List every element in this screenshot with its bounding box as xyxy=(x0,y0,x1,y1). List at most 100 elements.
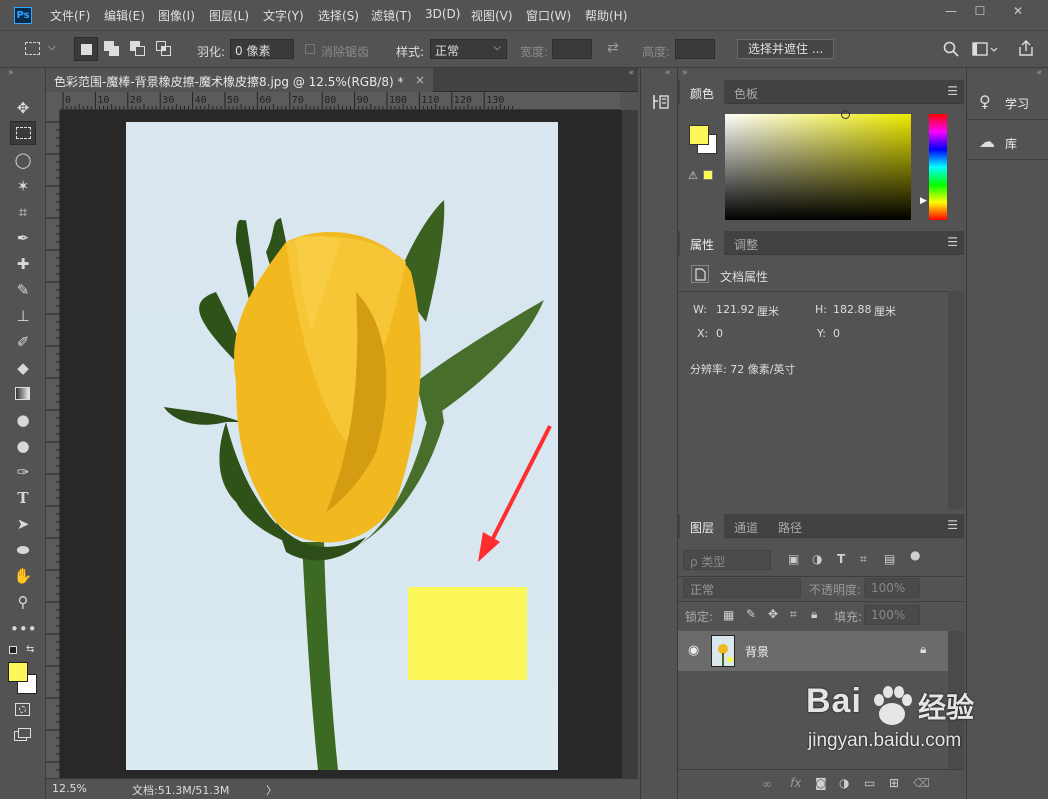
ellipse-tool-icon[interactable]: ⬬ xyxy=(10,538,36,562)
panel-menu-icon[interactable]: ☰ xyxy=(947,518,958,532)
width-input[interactable] xyxy=(552,39,592,59)
tab-adjustments[interactable]: 调整 xyxy=(724,231,768,255)
panel-menu-icon[interactable]: ☰ xyxy=(947,235,958,249)
hue-slider-handle-icon[interactable]: ▶ xyxy=(920,196,927,206)
zoom-level[interactable]: 12.5% xyxy=(52,782,87,795)
tab-color[interactable]: 颜色 xyxy=(680,80,725,104)
vertical-scrollbar[interactable] xyxy=(622,110,638,778)
add-selection-button[interactable] xyxy=(104,41,120,57)
maximize-button[interactable]: ☐ xyxy=(966,2,994,20)
minimize-button[interactable]: — xyxy=(937,2,965,20)
select-and-mask-button[interactable]: 选择并遮住 ... xyxy=(737,39,835,59)
share-icon[interactable] xyxy=(1017,39,1035,57)
more-tools-icon[interactable]: ••• xyxy=(10,617,37,641)
lock-artboard-icon[interactable]: ⌗ xyxy=(790,607,797,622)
stamp-tool-icon[interactable]: ⊥ xyxy=(10,304,36,328)
link-icon[interactable]: ∞ xyxy=(762,777,772,791)
menu-layer[interactable]: 图层(L) xyxy=(209,7,249,24)
swap-colors-icon[interactable]: ⇆ xyxy=(26,644,34,655)
screen-mode-icon[interactable] xyxy=(10,724,36,748)
pixel-filter-icon[interactable]: ▣ xyxy=(788,552,799,566)
blur-tool-icon[interactable]: ● xyxy=(10,408,36,432)
y-value[interactable]: 0 xyxy=(833,327,840,340)
document-tab[interactable]: 色彩范围-魔棒-背景橡皮擦-魔术橡皮擦8.jpg @ 12.5%(RGB/8) … xyxy=(46,68,433,92)
default-colors-icon[interactable] xyxy=(9,646,17,654)
color-field[interactable] xyxy=(725,110,911,220)
menu-window[interactable]: 窗口(W) xyxy=(526,7,571,24)
menu-help[interactable]: 帮助(H) xyxy=(585,7,627,24)
gamut-color-swatch[interactable] xyxy=(703,170,713,180)
libraries-panel-button[interactable]: ☁ 库 xyxy=(967,126,1048,160)
status-menu-icon[interactable]: 〉 xyxy=(266,782,277,798)
layer-filter-select[interactable]: ρ 类型 xyxy=(683,550,771,570)
menu-image[interactable]: 图像(I) xyxy=(158,7,195,24)
close-tab-icon[interactable]: × xyxy=(415,73,425,87)
lock-all-icon[interactable]: 🔒︎ xyxy=(811,607,817,622)
lock-brush-icon[interactable]: ✎ xyxy=(746,607,756,621)
learn-panel-button[interactable]: ♀ 学习 xyxy=(967,86,1048,120)
chevron-down-icon[interactable]: ⌵ xyxy=(48,42,56,53)
layer-name[interactable]: 背景 xyxy=(745,643,769,660)
new-selection-button[interactable] xyxy=(74,37,98,61)
menu-select[interactable]: 选择(S) xyxy=(318,7,359,24)
search-icon[interactable] xyxy=(943,41,959,57)
panel-menu-icon[interactable]: ☰ xyxy=(947,84,958,98)
swap-icon[interactable]: ⇄ xyxy=(607,40,619,56)
feather-input[interactable]: 0 像素 xyxy=(230,39,294,59)
layer-row[interactable]: ◉ 背景 🔒︎ xyxy=(678,631,948,671)
marquee-tool-icon[interactable] xyxy=(10,121,36,145)
close-window-button[interactable]: ✕ xyxy=(1004,2,1032,20)
foreground-color-swatch[interactable] xyxy=(8,662,28,682)
fill-input[interactable]: 100% xyxy=(864,605,920,625)
type-filter-icon[interactable]: T xyxy=(837,552,845,566)
zoom-tool-icon[interactable]: ⚲ xyxy=(10,590,36,614)
menu-3d[interactable]: 3D(D) xyxy=(425,7,460,21)
eraser-tool-icon[interactable]: ◆ xyxy=(10,356,36,380)
move-tool-icon[interactable]: ✥ xyxy=(10,96,36,120)
tab-layers[interactable]: 图层 xyxy=(680,514,725,538)
marquee-preset-icon[interactable] xyxy=(25,42,40,55)
antialias-checkbox[interactable] xyxy=(305,44,315,54)
type-tool-icon[interactable]: T xyxy=(10,486,36,510)
lasso-tool-icon[interactable]: ◯ xyxy=(10,148,36,172)
tab-channels[interactable]: 通道 xyxy=(724,514,768,538)
collapse-icon[interactable]: « xyxy=(665,68,671,78)
collapse-icon[interactable]: » xyxy=(682,68,688,78)
brush-tool-icon[interactable]: ✎ xyxy=(10,278,36,302)
color-foreground-swatch[interactable] xyxy=(689,125,709,145)
healing-brush-tool-icon[interactable]: ✚ xyxy=(10,252,36,276)
shape-filter-icon[interactable]: ⌗ xyxy=(860,552,867,567)
magic-wand-tool-icon[interactable]: ✶ xyxy=(10,174,36,198)
gradient-tool-icon[interactable] xyxy=(10,382,36,406)
gamut-warning-icon[interactable]: ⚠ xyxy=(688,169,698,182)
intersect-selection-button[interactable] xyxy=(156,41,172,57)
blend-mode-select[interactable]: 正常 xyxy=(683,578,801,598)
document-image[interactable] xyxy=(126,122,558,770)
collapse-icon[interactable]: » xyxy=(8,68,14,78)
style-select[interactable]: 正常 ⌵ xyxy=(430,39,507,59)
filter-toggle-icon[interactable]: ● xyxy=(910,548,920,562)
adjustment-filter-icon[interactable]: ◑ xyxy=(812,552,822,566)
workspace-icon[interactable] xyxy=(972,41,998,57)
collapse-icon[interactable]: « xyxy=(1036,68,1042,78)
lock-pixels-icon[interactable]: ▦ xyxy=(723,608,734,622)
eyedropper-tool-icon[interactable]: ✒ xyxy=(10,226,36,250)
subtract-selection-button[interactable] xyxy=(130,41,146,57)
history-panel-icon[interactable] xyxy=(652,93,670,111)
history-brush-tool-icon[interactable]: ✐ xyxy=(10,330,36,354)
hue-slider[interactable] xyxy=(929,114,947,220)
quick-mask-icon[interactable] xyxy=(10,698,36,722)
tab-properties[interactable]: 属性 xyxy=(680,231,725,255)
x-value[interactable]: 0 xyxy=(716,327,723,340)
crop-tool-icon[interactable]: ⌗ xyxy=(10,200,36,224)
properties-scrollbar[interactable] xyxy=(948,291,964,509)
fx-icon[interactable]: fx xyxy=(790,776,801,790)
dodge-tool-icon[interactable]: ● xyxy=(10,434,36,458)
height-input[interactable] xyxy=(675,39,715,59)
menu-file[interactable]: 文件(F) xyxy=(50,7,90,24)
opacity-input[interactable]: 100% xyxy=(864,578,920,598)
height-value[interactable]: 182.88 xyxy=(833,303,872,316)
menu-edit[interactable]: 编辑(E) xyxy=(104,7,145,24)
menu-filter[interactable]: 滤镜(T) xyxy=(371,7,412,24)
color-picker-cursor[interactable] xyxy=(841,110,850,119)
